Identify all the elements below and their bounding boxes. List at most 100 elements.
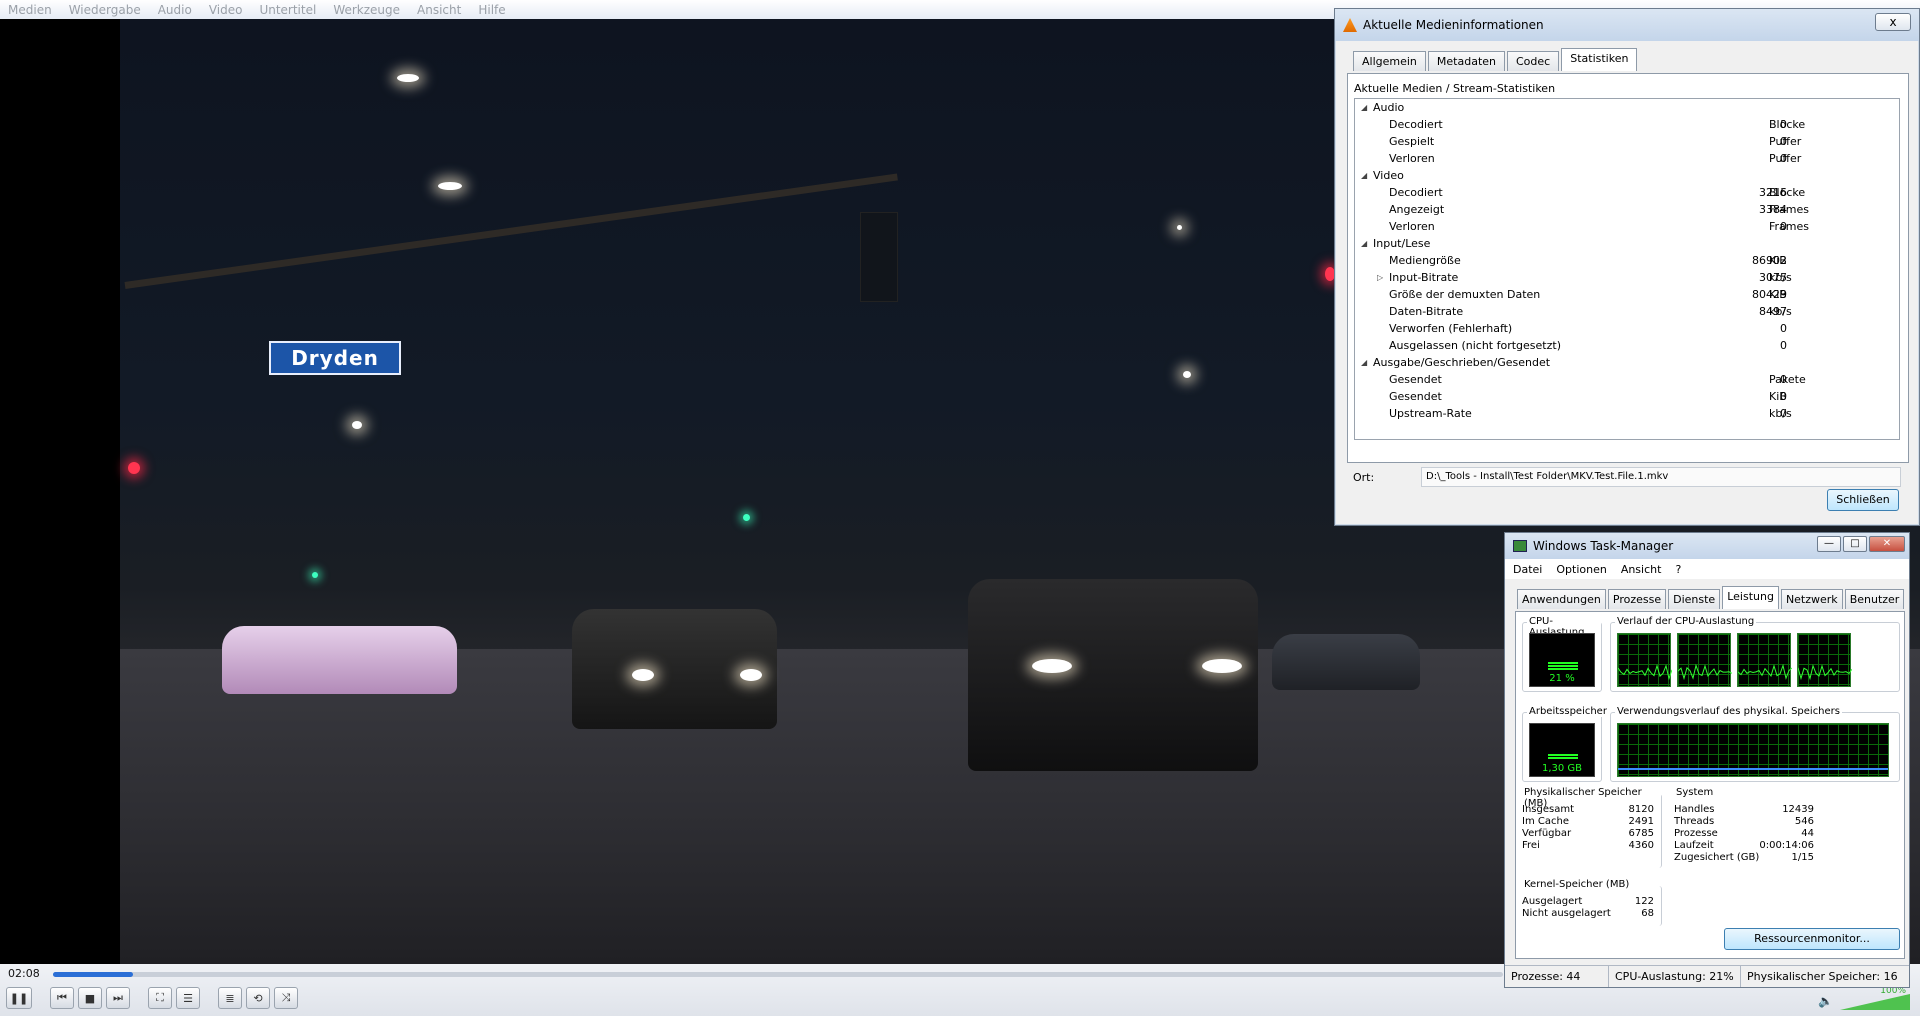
kv-label: Insgesamt bbox=[1522, 804, 1574, 815]
kv-label: Frei bbox=[1522, 840, 1540, 851]
task-manager-window: Windows Task-Manager — □ ✕ Datei Optionen… bbox=[1504, 532, 1910, 988]
stats-unit: kb/s bbox=[1769, 271, 1792, 284]
kv-row: Prozesse 44 bbox=[1674, 828, 1814, 839]
kv-label: Threads bbox=[1674, 816, 1715, 827]
car-white bbox=[222, 626, 457, 694]
stats-unit: Puffer bbox=[1769, 135, 1802, 148]
volume-control[interactable]: 🔈 100% bbox=[1818, 986, 1910, 1010]
menu-item-wiedergabe[interactable]: Wiedergabe bbox=[69, 3, 141, 17]
extended-settings-button[interactable]: ☰ bbox=[176, 987, 200, 1009]
kv-value: 68 bbox=[1641, 908, 1654, 919]
tm-menu-ansicht[interactable]: Ansicht bbox=[1621, 563, 1662, 576]
tab-statistiken[interactable]: Statistiken bbox=[1561, 48, 1638, 71]
loop-button[interactable]: ⟲ bbox=[246, 987, 270, 1009]
stats-row: Mediengröße 86902 KiB bbox=[1355, 252, 1899, 269]
cpu-history-line bbox=[1677, 663, 1733, 681]
stats-label: Ausgelassen (nicht fortgesetzt) bbox=[1389, 339, 1561, 352]
status-cpu: CPU-Auslastung: 21% bbox=[1609, 966, 1741, 987]
kv-row: Verfügbar 6785 bbox=[1522, 828, 1654, 839]
memory-history-label: Verwendungsverlauf des physikal. Speiche… bbox=[1615, 706, 1842, 717]
kv-row: Ausgelagert 122 bbox=[1522, 896, 1654, 907]
kv-label: Prozesse bbox=[1674, 828, 1718, 839]
tab-anwendungen[interactable]: Anwendungen bbox=[1517, 589, 1606, 609]
stats-unit: KiB bbox=[1769, 288, 1787, 301]
resource-monitor-button[interactable]: Ressourcenmonitor... bbox=[1724, 928, 1900, 950]
tab-prozesse[interactable]: Prozesse bbox=[1607, 589, 1667, 609]
shuffle-button[interactable]: ⤨ bbox=[274, 987, 298, 1009]
kv-label: Nicht ausgelagert bbox=[1522, 908, 1611, 919]
stats-label: Größe der demuxten Daten bbox=[1389, 288, 1541, 301]
cpu-history-line bbox=[1617, 664, 1673, 681]
menu-item-video[interactable]: Video bbox=[209, 3, 243, 17]
stats-unit: KiB bbox=[1769, 254, 1787, 267]
menu-item-werkzeuge[interactable]: Werkzeuge bbox=[333, 3, 400, 17]
kv-label: Zugesichert (GB) bbox=[1674, 852, 1760, 863]
kv-row: Handles 12439 bbox=[1674, 804, 1814, 815]
next-button[interactable]: ⏭ bbox=[106, 987, 130, 1009]
stats-label: Verworfen (Fehlerhaft) bbox=[1389, 322, 1513, 335]
tab-codec[interactable]: Codec bbox=[1507, 51, 1560, 71]
tm-menu-help[interactable]: ? bbox=[1675, 563, 1681, 576]
pause-button[interactable]: ❚❚ bbox=[6, 987, 32, 1009]
kv-value: 546 bbox=[1794, 816, 1814, 827]
menu-item-ansicht[interactable]: Ansicht bbox=[417, 3, 461, 17]
playlist-button[interactable]: ≣ bbox=[218, 987, 242, 1009]
street-light bbox=[397, 74, 419, 82]
stats-label: Verloren bbox=[1389, 220, 1435, 233]
performance-panel: CPU-Auslastung 21 % Verlauf der CPU-Ausl… bbox=[1515, 611, 1905, 959]
tab-allgemein[interactable]: Allgemein bbox=[1353, 51, 1426, 71]
stats-unit: Frames bbox=[1769, 220, 1810, 233]
close-button[interactable]: ✕ bbox=[1869, 536, 1905, 552]
close-button[interactable]: Schließen bbox=[1827, 489, 1899, 511]
dialog-titlebar: Aktuelle Medieninformationen bbox=[1335, 9, 1919, 41]
stats-value: 0 bbox=[1780, 322, 1787, 335]
collapse-triangle-icon[interactable]: ◢ bbox=[1361, 99, 1367, 116]
memory-meter-fill bbox=[1548, 754, 1578, 760]
tab-dienste[interactable]: Dienste bbox=[1668, 589, 1721, 609]
fullscreen-icon: ⛶ bbox=[156, 991, 164, 1004]
menu-item-medien[interactable]: Medien bbox=[8, 3, 52, 17]
tab-metadaten[interactable]: Metadaten bbox=[1427, 51, 1505, 71]
kv-row: Im Cache 2491 bbox=[1522, 816, 1654, 827]
stats-label: Gesendet bbox=[1389, 390, 1442, 403]
menu-item-untertitel[interactable]: Untertitel bbox=[259, 3, 316, 17]
stats-unit: Pakete bbox=[1769, 373, 1806, 386]
expand-triangle-icon[interactable]: ▷ bbox=[1377, 269, 1383, 286]
volume-slider[interactable] bbox=[1840, 994, 1910, 1010]
street-light bbox=[438, 182, 462, 190]
tm-menu-datei[interactable]: Datei bbox=[1513, 563, 1542, 576]
system-title: System bbox=[1674, 787, 1716, 798]
maximize-button[interactable]: □ bbox=[1843, 536, 1867, 552]
stats-label: Decodiert bbox=[1389, 118, 1443, 131]
red-signal bbox=[128, 462, 140, 474]
statistics-tree[interactable]: ◢ Audio Decodiert 0 Blöcke Gespielt 0 Puffer Ver… bbox=[1354, 98, 1900, 440]
minimize-button[interactable]: — bbox=[1817, 536, 1841, 552]
menu-item-audio[interactable]: Audio bbox=[158, 3, 192, 17]
kv-value: 122 bbox=[1634, 896, 1654, 907]
cpu-meter-value: 21 % bbox=[1549, 673, 1575, 684]
fullscreen-button[interactable]: ⛶ bbox=[148, 987, 172, 1009]
kv-label: Im Cache bbox=[1522, 816, 1569, 827]
kv-row: Frei 4360 bbox=[1522, 840, 1654, 851]
menu-item-hilfe[interactable]: Hilfe bbox=[478, 3, 505, 17]
collapse-triangle-icon[interactable]: ◢ bbox=[1361, 167, 1367, 184]
collapse-triangle-icon[interactable]: ◢ bbox=[1361, 235, 1367, 252]
collapse-triangle-icon[interactable]: ◢ bbox=[1361, 354, 1367, 371]
previous-button[interactable]: ⏮ bbox=[50, 987, 74, 1009]
tm-tabs: Anwendungen Prozesse Dienste Leistung Netzwe… bbox=[1517, 586, 1906, 609]
location-field[interactable]: D:\_Tools - Install\Test Folder\MKV.Test… bbox=[1421, 467, 1901, 487]
close-window-button[interactable]: x bbox=[1875, 13, 1911, 31]
seek-bar[interactable] bbox=[53, 972, 1503, 977]
tab-leistung[interactable]: Leistung bbox=[1722, 586, 1779, 609]
stop-button[interactable]: ■ bbox=[78, 987, 102, 1009]
tm-title: Windows Task-Manager bbox=[1533, 539, 1674, 553]
stats-row: Gesendet 0 Pakete bbox=[1355, 371, 1899, 388]
tm-menu-optionen[interactable]: Optionen bbox=[1556, 563, 1606, 576]
tab-netzwerk[interactable]: Netzwerk bbox=[1780, 589, 1843, 609]
stats-unit: Blöcke bbox=[1769, 186, 1806, 199]
sedan-headlight bbox=[1032, 659, 1072, 673]
cpu-usage-group: CPU-Auslastung 21 % bbox=[1522, 616, 1602, 692]
previous-icon: ⏮ bbox=[57, 991, 67, 1004]
tab-benutzer[interactable]: Benutzer bbox=[1844, 589, 1905, 609]
street-light bbox=[1177, 225, 1182, 230]
